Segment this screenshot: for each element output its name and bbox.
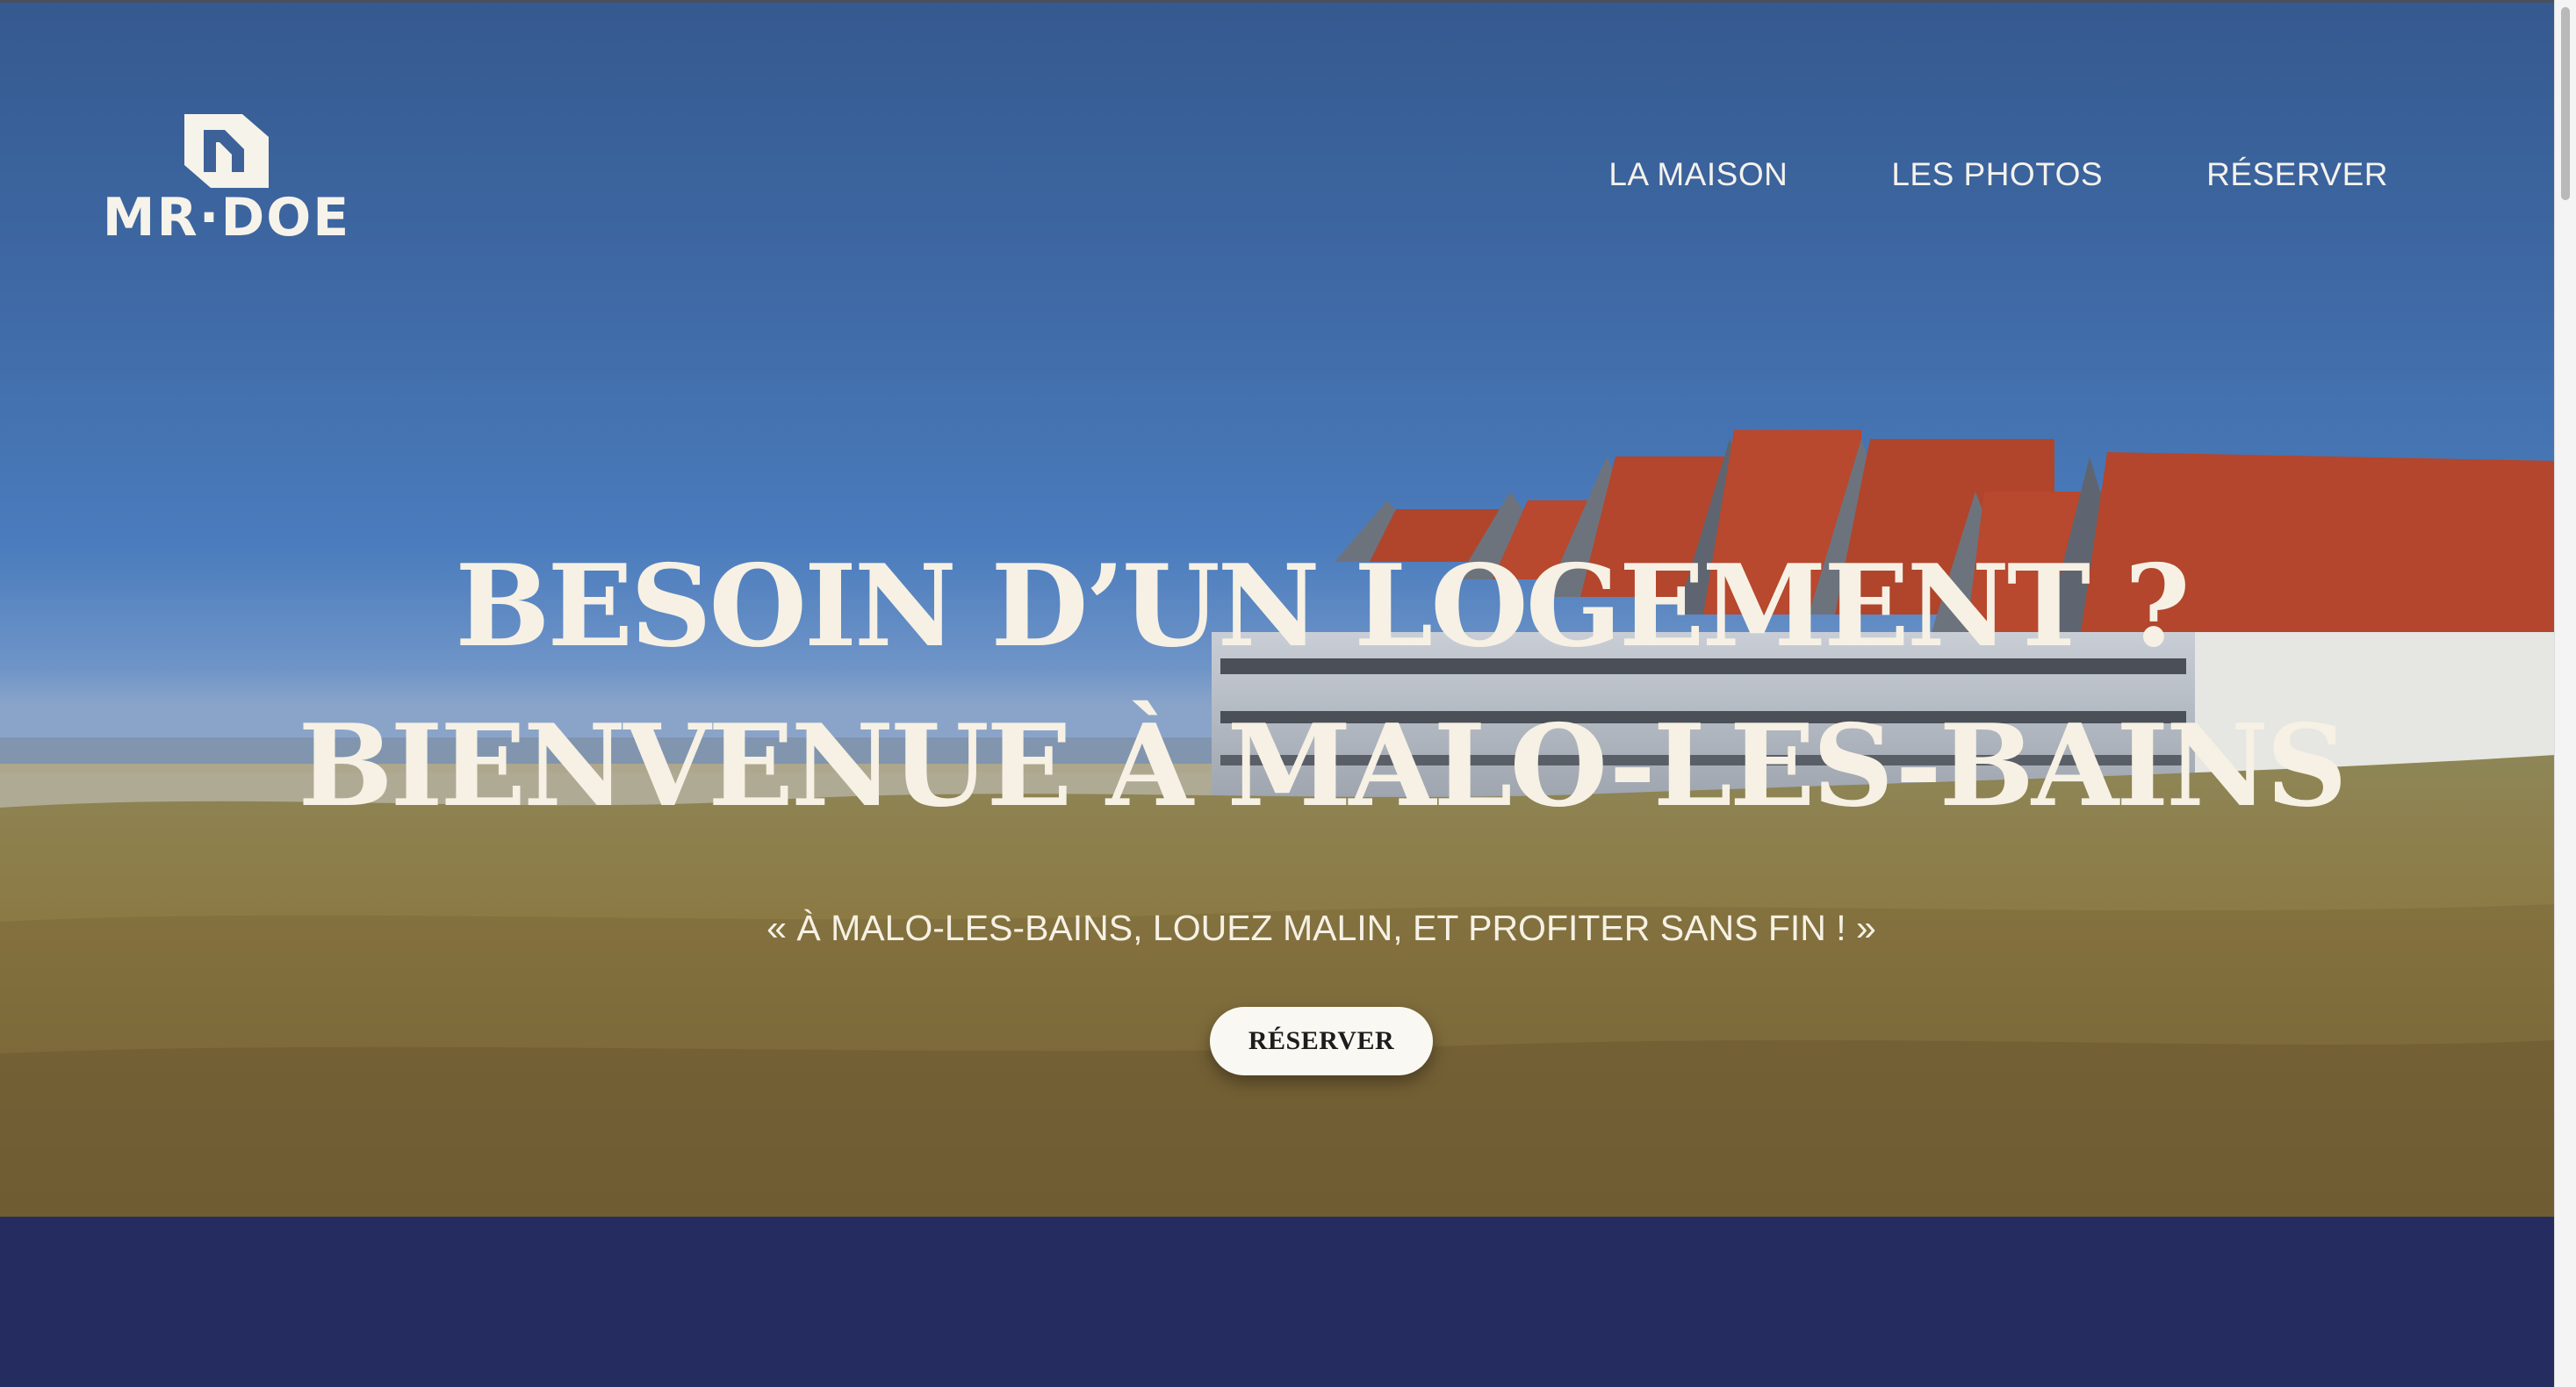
reserve-button[interactable]: RÉSERVER bbox=[1210, 1007, 1433, 1075]
nav-item-les-photos[interactable]: LES PHOTOS bbox=[1891, 156, 2103, 193]
main-nav: LA MAISON LES PHOTOS RÉSERVER bbox=[1608, 156, 2388, 193]
scrollbar-thumb[interactable] bbox=[2561, 7, 2570, 200]
next-section-band bbox=[0, 1217, 2555, 1387]
hero-section: MR·DOE LA MAISON LES PHOTOS RÉSERVER BES… bbox=[0, 0, 2555, 1217]
brand-logo-text: MR·DOE bbox=[102, 187, 351, 248]
window-top-border bbox=[0, 0, 2576, 3]
hero-headline-line-1: BESOIN D’UN LOGEMENT ? bbox=[455, 541, 2190, 672]
hero-headline-line-2: BIENVENUE À MALO-LES-BAINS bbox=[298, 701, 2347, 832]
site-header: MR·DOE LA MAISON LES PHOTOS RÉSERVER bbox=[0, 0, 2555, 263]
hero-content: BESOIN D’UN LOGEMENT ? BIENVENUE À MALO-… bbox=[0, 527, 2555, 1075]
page-scrollbar[interactable] bbox=[2554, 0, 2576, 1387]
hero-headline: BESOIN D’UN LOGEMENT ? BIENVENUE À MALO-… bbox=[0, 527, 2555, 846]
brand-logo[interactable]: MR·DOE bbox=[95, 111, 358, 251]
mr-doe-logo-icon bbox=[184, 114, 269, 188]
page: MR·DOE LA MAISON LES PHOTOS RÉSERVER BES… bbox=[0, 0, 2576, 1387]
nav-item-reserver[interactable]: RÉSERVER bbox=[2206, 156, 2388, 193]
hero-tagline: « À MALO-LES-BAINS, LOUEZ MALIN, ET PROF… bbox=[766, 908, 1876, 948]
nav-item-la-maison[interactable]: LA MAISON bbox=[1608, 156, 1788, 193]
